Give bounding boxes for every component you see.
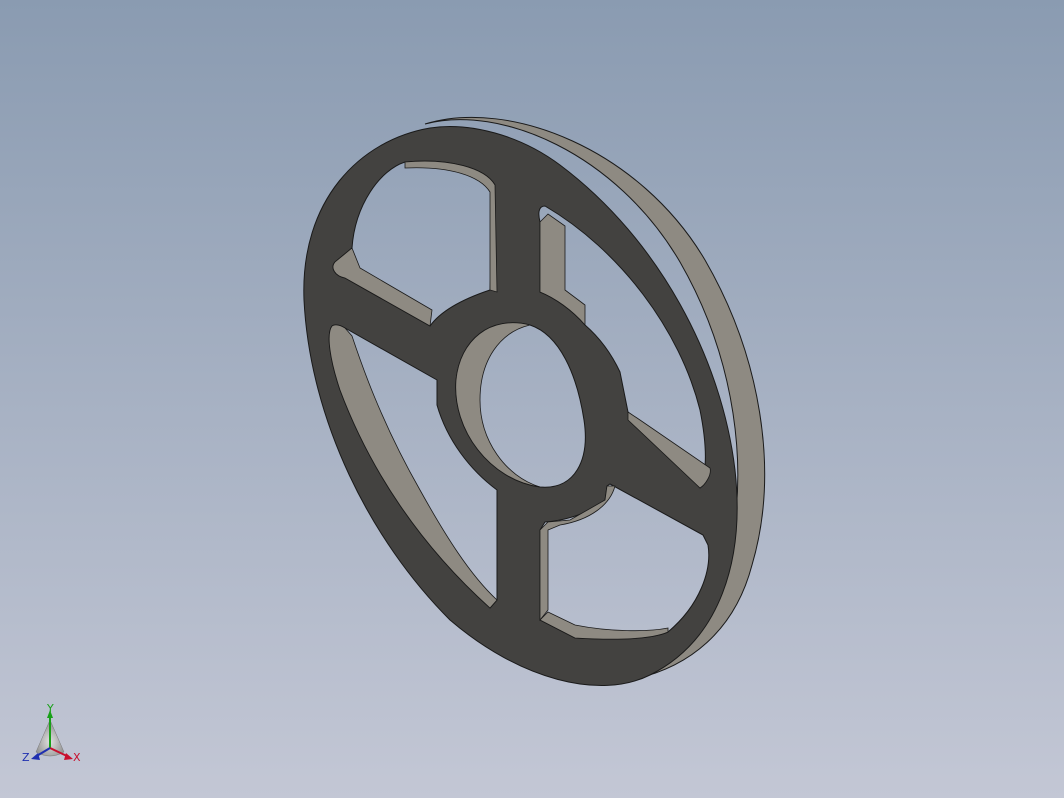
triad-x-label: X [73, 751, 81, 764]
model-view-canvas[interactable]: Y X Z [0, 0, 1064, 798]
triad-z-label: Z [22, 751, 30, 764]
triad-y-label: Y [46, 702, 54, 715]
viewport-background [0, 0, 1064, 798]
graphics-viewport[interactable]: Y X Z [0, 0, 1064, 798]
